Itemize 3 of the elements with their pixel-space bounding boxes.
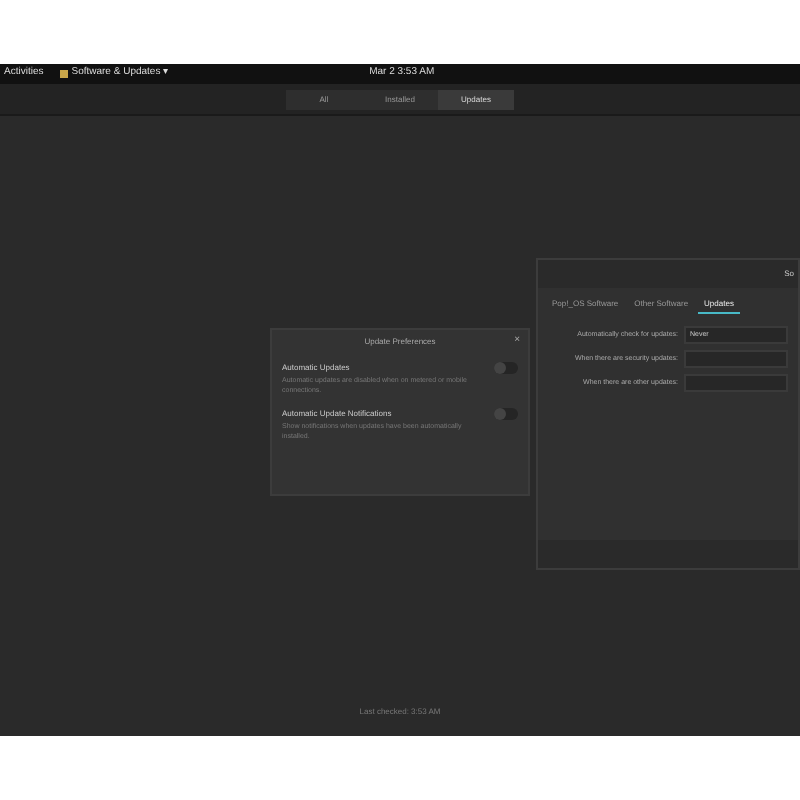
- toggle-switch[interactable]: [494, 407, 518, 419]
- app-icon: [59, 70, 68, 78]
- toggle-switch[interactable]: [494, 362, 518, 374]
